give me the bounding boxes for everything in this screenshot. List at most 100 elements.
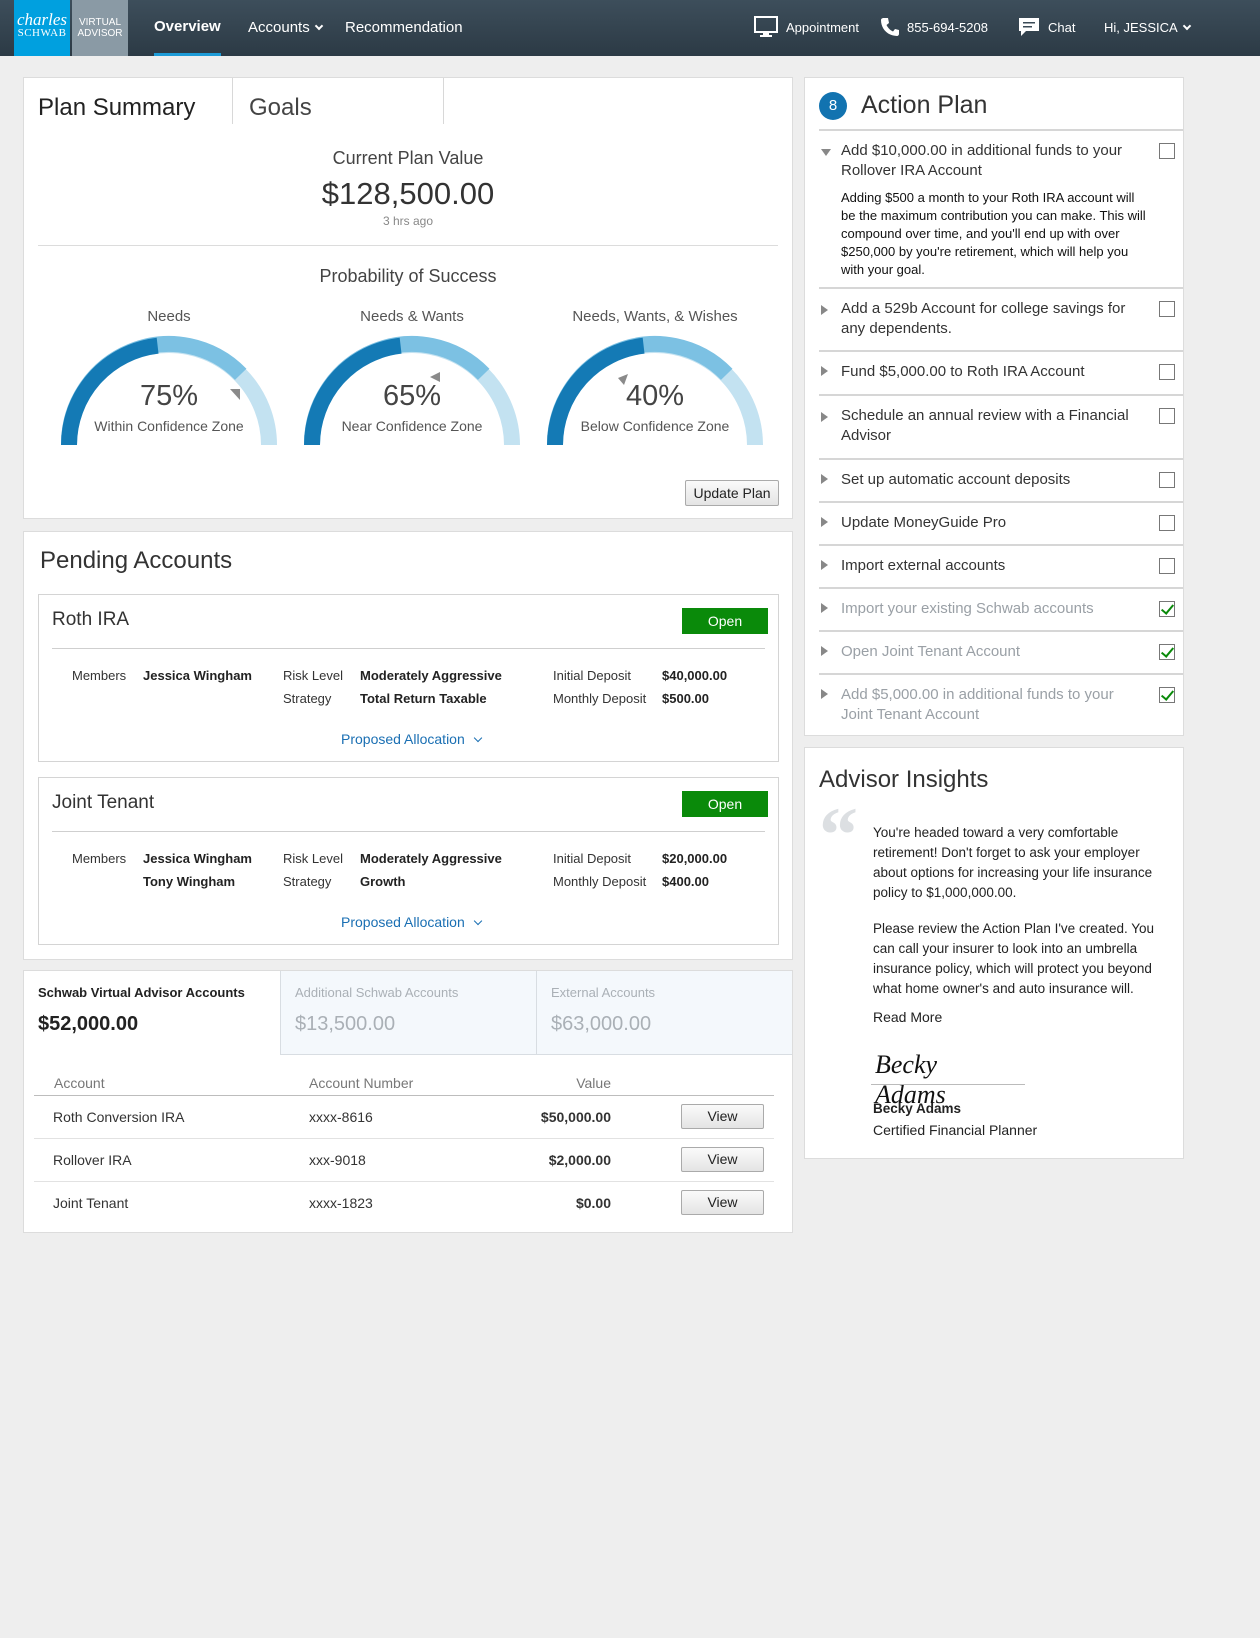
- caret-right-icon[interactable]: [821, 560, 828, 570]
- nav-overview[interactable]: Overview: [154, 0, 221, 56]
- current-plan-value-label: Current Plan Value: [332, 148, 484, 168]
- view-account-button[interactable]: View: [681, 1104, 764, 1129]
- quote-mark-icon: “: [819, 791, 858, 878]
- row-divider: [34, 1181, 774, 1182]
- action-item-checkbox[interactable]: [1159, 558, 1175, 574]
- action-item[interactable]: Add $5,000.00 in additional funds to you…: [819, 673, 1183, 735]
- account-value: $50,000.00: [540, 1109, 611, 1125]
- action-item-checkbox[interactable]: [1159, 515, 1175, 531]
- caret-right-icon[interactable]: [821, 646, 828, 656]
- account-link[interactable]: Rollover IRA: [53, 1152, 132, 1168]
- open-account-button[interactable]: Open: [682, 791, 768, 817]
- action-plan-card: 8 Action Plan Add $10,000.00 in addition…: [804, 77, 1184, 736]
- tab-additional-schwab-accounts[interactable]: Additional Schwab Accounts $13,500.00: [280, 971, 536, 1055]
- view-account-button[interactable]: View: [681, 1147, 764, 1172]
- caret-right-icon[interactable]: [821, 366, 828, 376]
- divider: [38, 245, 778, 246]
- tab-plan-summary[interactable]: Plan Summary: [38, 78, 232, 124]
- insight-paragraph: Please review the Action Plan I've creat…: [873, 921, 1155, 996]
- action-item[interactable]: Update MoneyGuide Pro: [819, 501, 1183, 544]
- caret-right-icon[interactable]: [821, 517, 828, 527]
- members-label: Members: [72, 851, 127, 866]
- action-item-checkbox[interactable]: [1159, 472, 1175, 488]
- proposed-allocation-toggle[interactable]: Proposed Allocation: [341, 731, 483, 747]
- tab-goals[interactable]: Goals: [249, 78, 443, 124]
- action-item[interactable]: Schedule an annual review with a Financi…: [819, 394, 1183, 458]
- action-item-checkbox[interactable]: [1159, 408, 1175, 424]
- nav-recommendation[interactable]: Recommendation: [345, 0, 463, 56]
- monthly-deposit-value: $500.00: [662, 691, 709, 706]
- update-plan-button[interactable]: Update Plan: [685, 480, 779, 506]
- action-item-checkbox-checked[interactable]: [1159, 601, 1175, 617]
- action-item[interactable]: Fund $5,000.00 to Roth IRA Account: [819, 350, 1183, 394]
- gauge-zone: Near Confidence Zone: [341, 418, 483, 434]
- pending-account-name: Roth IRA: [52, 609, 130, 630]
- schwab-logo[interactable]: charles SCHWAB: [14, 0, 70, 56]
- action-item-checkbox[interactable]: [1159, 301, 1175, 317]
- appointment-link[interactable]: Appointment: [786, 0, 859, 56]
- row-divider: [34, 1138, 774, 1139]
- tab-external-accounts[interactable]: External Accounts $63,000.00: [536, 971, 792, 1055]
- current-plan-value: $128,500.00: [321, 176, 495, 211]
- proposed-allocation-label: Proposed Allocation: [341, 731, 465, 747]
- read-more-link[interactable]: Read More: [873, 1007, 1163, 1027]
- probability-title: Probability of Success: [319, 266, 497, 286]
- strategy-value: Total Return Taxable: [360, 691, 487, 706]
- pending-accounts-title: Pending Accounts: [40, 547, 233, 574]
- caret-down-icon[interactable]: [821, 149, 831, 156]
- chat-bubble-icon[interactable]: [1018, 17, 1040, 38]
- proposed-allocation-toggle[interactable]: Proposed Allocation: [341, 914, 483, 930]
- account-link[interactable]: Roth Conversion IRA: [53, 1109, 185, 1125]
- tab-schwab-virtual-advisor-accounts[interactable]: Schwab Virtual Advisor Accounts $52,000.…: [24, 971, 280, 1055]
- product-line2: ADVISOR: [77, 28, 123, 39]
- action-item[interactable]: Add a 529b Account for college savings f…: [819, 287, 1183, 350]
- caret-right-icon[interactable]: [821, 603, 828, 613]
- action-item-checkbox[interactable]: [1159, 143, 1175, 159]
- action-item-checkbox[interactable]: [1159, 364, 1175, 380]
- accounts-card: Schwab Virtual Advisor Accounts $52,000.…: [23, 970, 793, 1233]
- view-account-button[interactable]: View: [681, 1190, 764, 1215]
- caret-right-icon[interactable]: [821, 412, 828, 422]
- phone-icon[interactable]: [880, 17, 900, 37]
- action-item-text: Import external accounts: [841, 557, 1006, 574]
- action-item-text: Set up automatic account deposits: [841, 471, 1071, 488]
- action-item[interactable]: Set up automatic account deposits: [819, 458, 1183, 501]
- product-line1: VIRTUAL: [78, 17, 122, 28]
- action-item[interactable]: Import your existing Schwab accounts: [819, 587, 1183, 630]
- user-menu[interactable]: Hi, JESSICA: [1104, 0, 1191, 56]
- chat-link[interactable]: Chat: [1048, 0, 1075, 56]
- monitor-icon[interactable]: [754, 16, 778, 38]
- action-item-description: Adding $500 a month to your Roth IRA acc…: [841, 190, 1146, 277]
- nav-accounts[interactable]: Accounts: [248, 0, 323, 56]
- chevron-down-icon: [314, 21, 323, 31]
- action-item[interactable]: Import external accounts: [819, 544, 1183, 587]
- risk-level-value: Moderately Aggressive: [360, 851, 502, 866]
- account-tab-value: $13,500.00: [295, 1013, 396, 1035]
- account-tab-value: $52,000.00: [38, 1013, 139, 1035]
- advisor-name: Becky Adams: [873, 1101, 962, 1116]
- proposed-allocation-label: Proposed Allocation: [341, 914, 465, 930]
- table-header-divider: [34, 1095, 774, 1096]
- member-name: Jessica Wingham: [143, 851, 252, 866]
- action-item[interactable]: Add $10,000.00 in additional funds to yo…: [819, 129, 1183, 287]
- phone-number[interactable]: 855-694-5208: [907, 0, 988, 56]
- account-tab-title: Schwab Virtual Advisor Accounts: [38, 985, 245, 1000]
- pending-account-joint-tenant: Joint Tenant Open Members Jessica Wingha…: [38, 777, 779, 945]
- action-item-checkbox-checked[interactable]: [1159, 687, 1175, 703]
- top-navigation: charles SCHWAB VIRTUAL ADVISOR Overview …: [0, 0, 1260, 56]
- monthly-deposit-value: $400.00: [662, 874, 709, 889]
- action-item-checkbox-checked[interactable]: [1159, 644, 1175, 660]
- account-number: xxxx-8616: [309, 1109, 373, 1125]
- open-account-button[interactable]: Open: [682, 608, 768, 634]
- account-link[interactable]: Joint Tenant: [53, 1195, 128, 1211]
- plan-summary-card: Plan Summary Goals Current Plan Value $1…: [23, 77, 793, 519]
- gauge-needs-wants: 65% Near Confidence Zone: [297, 330, 527, 446]
- action-item-text: Import your existing Schwab accounts: [841, 600, 1094, 617]
- initial-deposit-value: $20,000.00: [662, 851, 728, 866]
- caret-right-icon[interactable]: [821, 689, 828, 699]
- monthly-deposit-label: Monthly Deposit: [553, 874, 647, 889]
- caret-right-icon[interactable]: [821, 305, 828, 315]
- caret-right-icon[interactable]: [821, 474, 828, 484]
- action-plan-title: Action Plan: [861, 91, 988, 119]
- action-item[interactable]: Open Joint Tenant Account: [819, 630, 1183, 673]
